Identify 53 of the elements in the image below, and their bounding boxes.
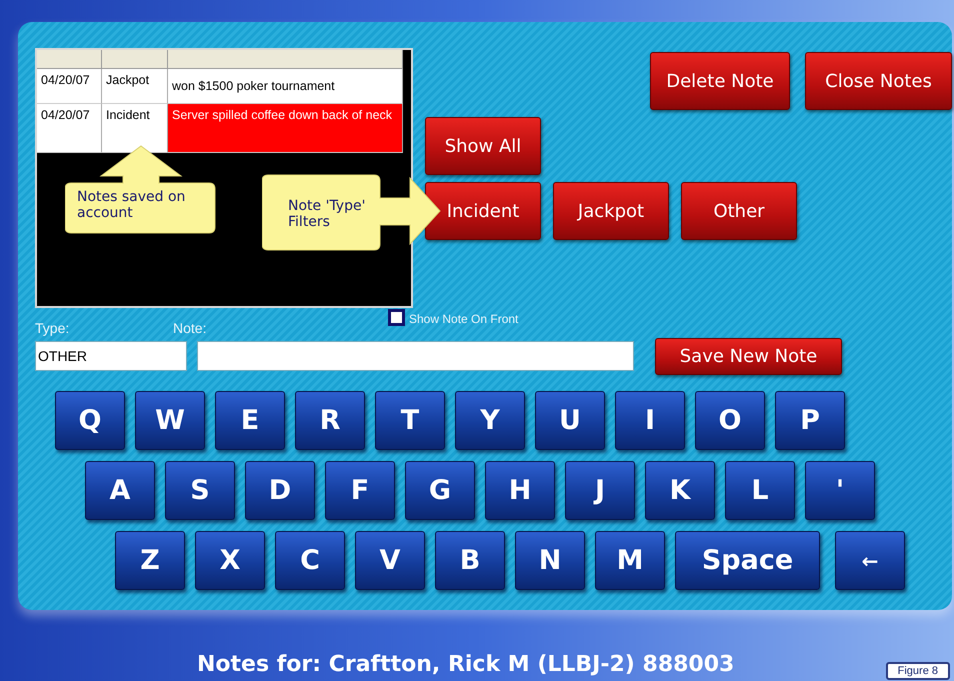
show-all-button[interactable]: Show All: [425, 117, 541, 175]
field-label: Note:: [173, 320, 208, 336]
close-button[interactable]: Close Notes: [805, 52, 952, 110]
footer-title: Notes for: Craftton, Rick M (LLBJ-2) 888003: [197, 652, 734, 677]
letter-key[interactable]: N: [515, 531, 585, 590]
letter-key[interactable]: F: [325, 461, 395, 520]
note-cell[interactable]: won $1500 poker tournament: [168, 69, 403, 104]
letter-key[interactable]: J: [565, 461, 635, 520]
figure-label: Figure 8: [886, 662, 950, 680]
column-header: [37, 50, 102, 69]
save-button[interactable]: Save New Note: [655, 338, 842, 374]
note-field[interactable]: [197, 341, 634, 371]
letter-key[interactable]: D: [245, 461, 315, 520]
letter-key[interactable]: C: [275, 531, 345, 590]
callout-text: Note 'Type' Filters: [288, 198, 366, 230]
checkbox-label: Show Note On Front: [409, 312, 518, 326]
date-cell[interactable]: 04/20/07: [37, 69, 102, 104]
letter-key[interactable]: V: [355, 531, 425, 590]
letter-key[interactable]: R: [295, 391, 365, 450]
letter-key[interactable]: Y: [455, 391, 525, 450]
space-key[interactable]: Space: [675, 531, 820, 590]
note-cell[interactable]: Server spilled coffee down back of neck: [168, 104, 403, 153]
filter-button[interactable]: Other: [681, 182, 797, 240]
field-label: Type:: [35, 320, 70, 336]
letter-key[interactable]: B: [435, 531, 505, 590]
letter-key[interactable]: P: [775, 391, 845, 450]
letter-key[interactable]: M: [595, 531, 665, 590]
letter-key[interactable]: U: [535, 391, 605, 450]
filter-button[interactable]: Jackpot: [553, 182, 669, 240]
letter-key[interactable]: ': [805, 461, 875, 520]
callout-text: Notes saved on account: [77, 189, 186, 221]
letter-key[interactable]: W: [135, 391, 205, 450]
letter-key[interactable]: K: [645, 461, 715, 520]
letter-key[interactable]: Z: [115, 531, 185, 590]
letter-key[interactable]: S: [165, 461, 235, 520]
letter-key[interactable]: Q: [55, 391, 125, 450]
checkbox[interactable]: [388, 309, 405, 326]
letter-key[interactable]: O: [695, 391, 765, 450]
letter-key[interactable]: I: [615, 391, 685, 450]
letter-key[interactable]: E: [215, 391, 285, 450]
type-cell[interactable]: Incident: [102, 104, 168, 153]
date-cell[interactable]: 04/20/07: [37, 104, 102, 153]
letter-key[interactable]: A: [85, 461, 155, 520]
letter-key[interactable]: L: [725, 461, 795, 520]
type-field[interactable]: OTHER: [35, 341, 187, 371]
filter-button[interactable]: Incident: [425, 182, 541, 240]
letter-key[interactable]: T: [375, 391, 445, 450]
letter-key[interactable]: G: [405, 461, 475, 520]
delete-button[interactable]: Delete Note: [650, 52, 790, 110]
backspace-key[interactable]: ←: [835, 531, 905, 590]
letter-key[interactable]: X: [195, 531, 265, 590]
letter-key[interactable]: H: [485, 461, 555, 520]
type-cell[interactable]: Jackpot: [102, 69, 168, 104]
